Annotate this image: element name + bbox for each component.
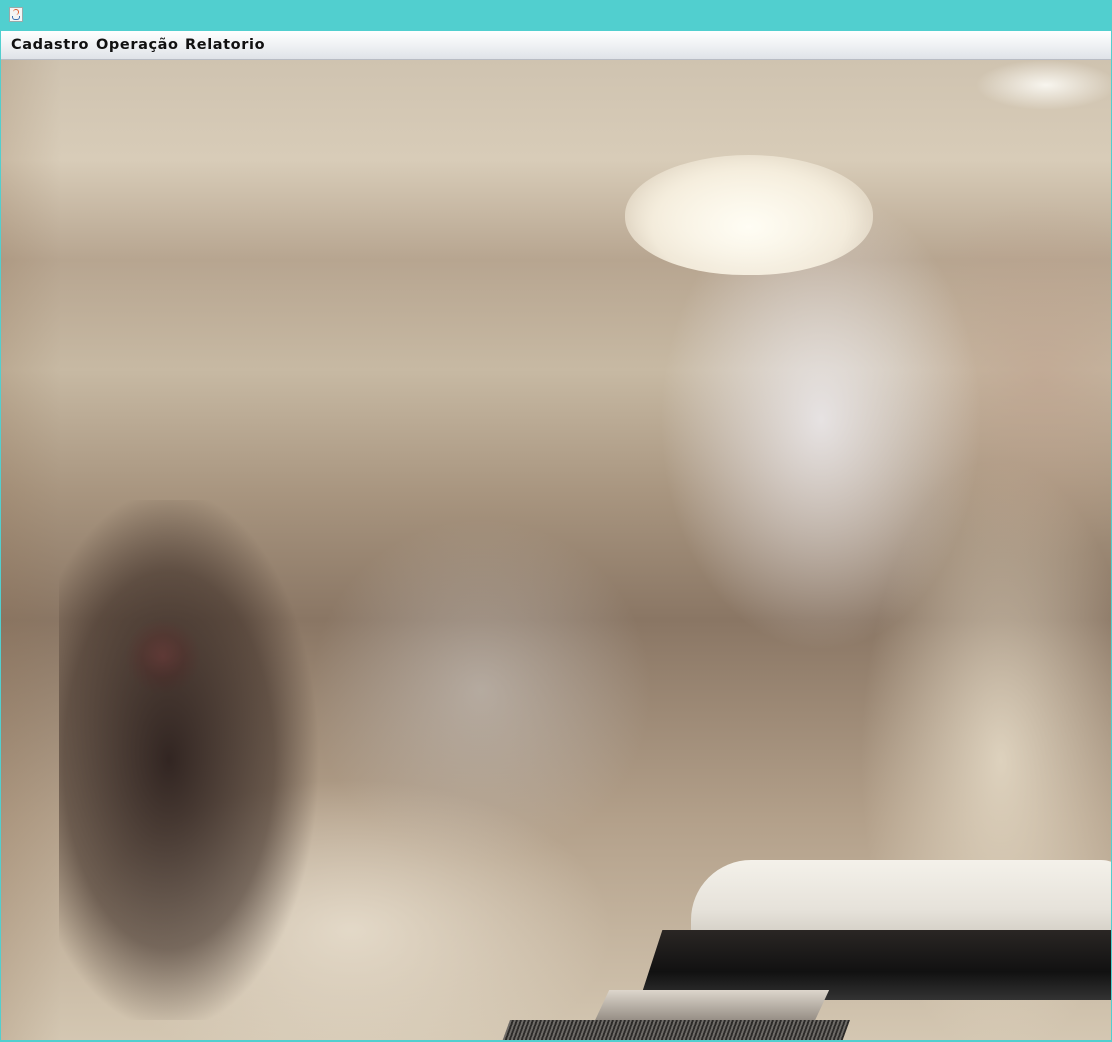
java-cup-icon[interactable] [9,7,23,22]
menu-bar: Cadastro Operação Relatorio [1,31,1111,60]
background-photo [1,60,1111,1040]
menu-cadastro[interactable]: Cadastro [11,37,89,53]
menu-operacao[interactable]: Operação [96,37,179,53]
title-bar[interactable] [0,0,1112,31]
menu-relatorio[interactable]: Relatorio [185,37,265,53]
